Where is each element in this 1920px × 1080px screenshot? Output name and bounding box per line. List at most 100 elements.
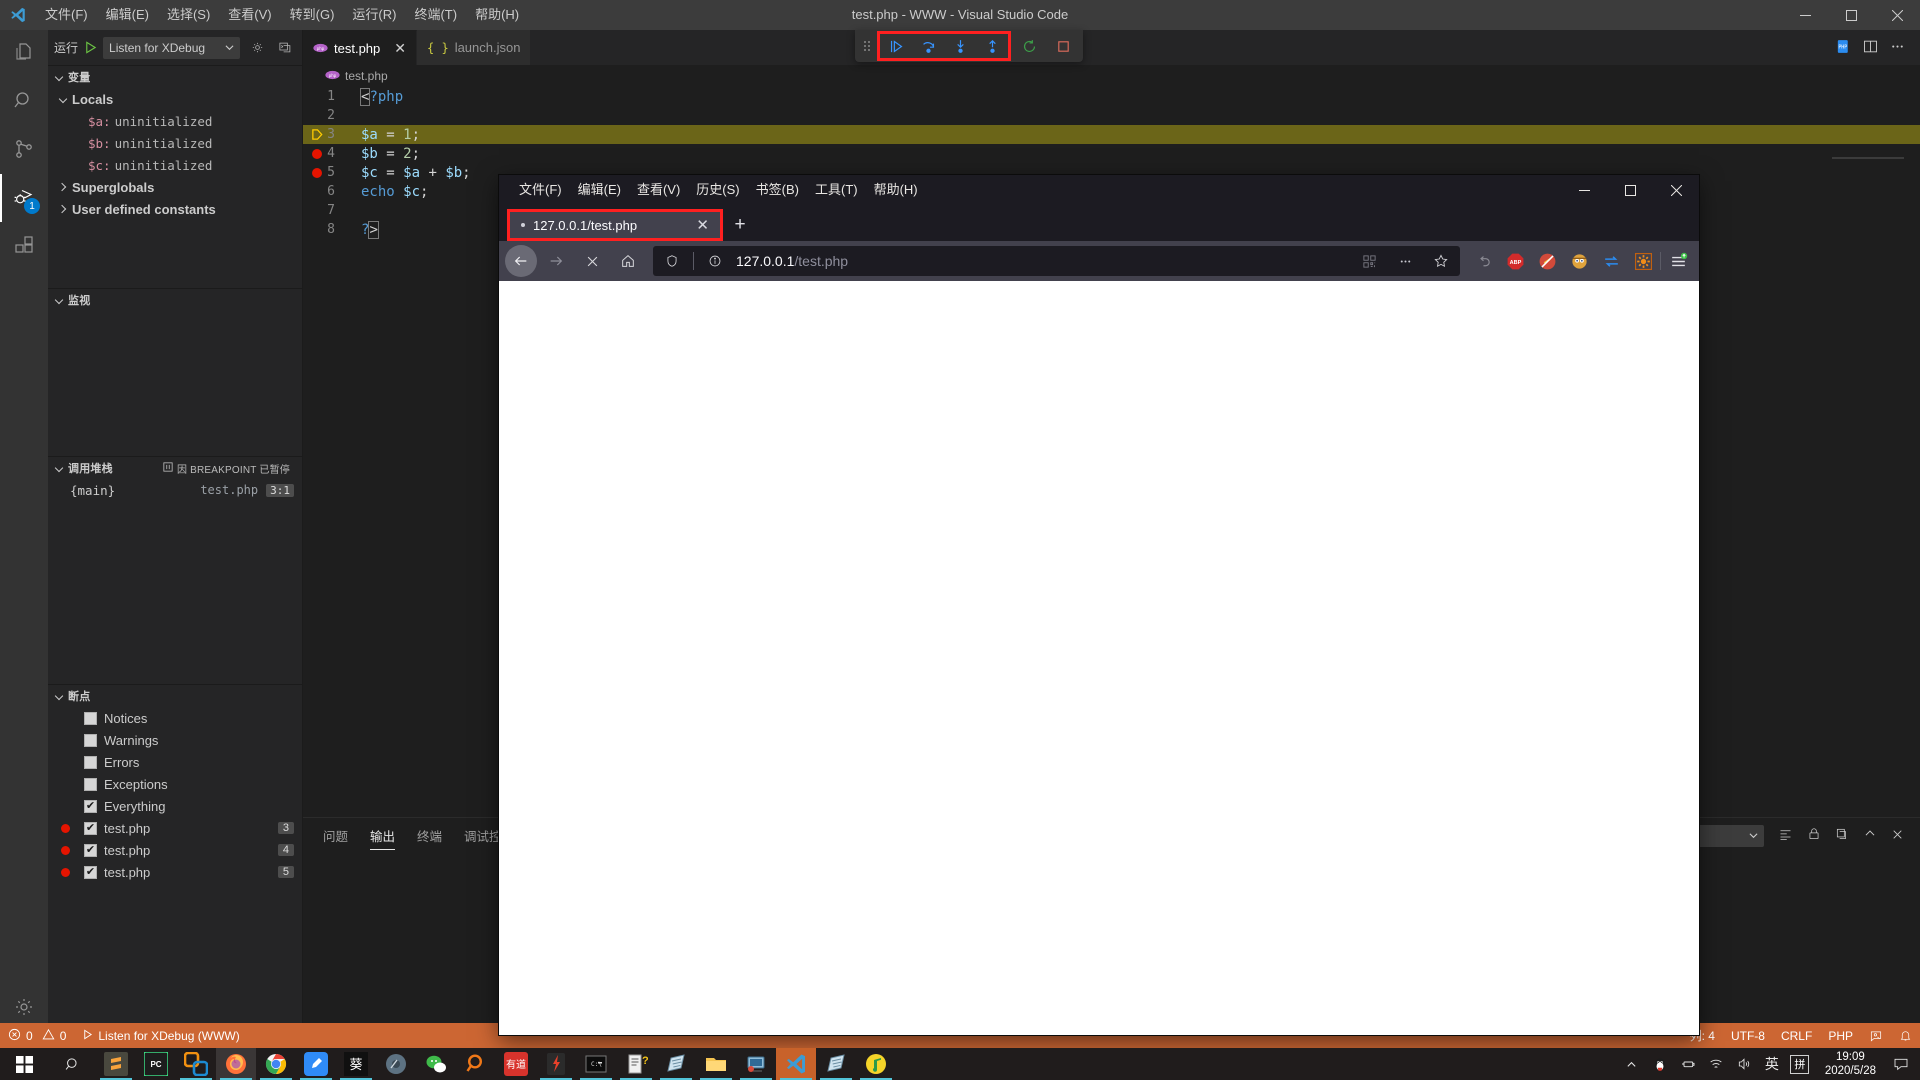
menu-help[interactable]: 帮助(H) bbox=[466, 0, 528, 30]
back-button[interactable] bbox=[505, 245, 537, 277]
more-actions-icon[interactable] bbox=[1889, 38, 1906, 58]
breakpoint-file-3[interactable]: ✔ test.php 3 bbox=[48, 817, 302, 839]
variables-header[interactable]: 变量 bbox=[48, 66, 302, 88]
restart-button[interactable] bbox=[1013, 32, 1045, 60]
ff-menu-edit[interactable]: 编辑(E) bbox=[570, 175, 629, 205]
qr-code-icon[interactable] bbox=[1354, 246, 1384, 276]
variable-b[interactable]: $b: uninitialized bbox=[48, 132, 302, 154]
stack-frame[interactable]: {main} test.php 3:1 bbox=[48, 479, 302, 501]
maximize-button[interactable] bbox=[1828, 0, 1874, 30]
step-out-button[interactable] bbox=[976, 32, 1008, 60]
star-icon[interactable] bbox=[1426, 246, 1456, 276]
taskbar-app-phpstorm[interactable]: PC bbox=[136, 1048, 176, 1080]
clear-output-icon[interactable] bbox=[1778, 827, 1793, 845]
code-line-1[interactable]: 1 <?php bbox=[303, 87, 1920, 106]
page-actions-icon[interactable] bbox=[1390, 246, 1420, 276]
watch-header[interactable]: 监视 bbox=[48, 289, 302, 311]
variable-c[interactable]: $c: uninitialized bbox=[48, 154, 302, 176]
url-text[interactable]: 127.0.0.1/test.php bbox=[736, 253, 1348, 269]
menu-terminal[interactable]: 终端(T) bbox=[405, 0, 466, 30]
taskbar-app-music[interactable] bbox=[856, 1048, 896, 1080]
hamburger-menu-icon[interactable] bbox=[1663, 246, 1693, 276]
panel-tab-problems[interactable]: 问题 bbox=[323, 818, 348, 853]
wifi-icon[interactable] bbox=[1703, 1048, 1729, 1080]
status-language[interactable]: PHP bbox=[1820, 1023, 1861, 1048]
breakpoints-list[interactable]: ✔ Notices ✔ Warnings ✔ Errors ✔ Exceptio… bbox=[48, 707, 302, 883]
menu-run[interactable]: 运行(R) bbox=[343, 0, 405, 30]
sync-swap-icon[interactable] bbox=[1596, 246, 1626, 276]
variables-group-user-constants[interactable]: User defined constants bbox=[48, 198, 302, 220]
taskbar-app-editor-blue[interactable] bbox=[296, 1048, 336, 1080]
split-editor-icon[interactable] bbox=[1862, 38, 1879, 58]
breakpoint-notices[interactable]: ✔ Notices bbox=[48, 707, 302, 729]
ff-minimize-button[interactable] bbox=[1561, 175, 1607, 205]
firefox-tab-close-button[interactable]: ✕ bbox=[690, 216, 715, 234]
taskbar-app-kui[interactable]: 葵 bbox=[336, 1048, 376, 1080]
ff-menu-view[interactable]: 查看(V) bbox=[629, 175, 688, 205]
home-button[interactable] bbox=[611, 245, 645, 277]
adblock-plus-icon[interactable]: ABP bbox=[1500, 246, 1530, 276]
stop-button[interactable] bbox=[1047, 32, 1079, 60]
firefox-tab[interactable]: 127.0.0.1/test.php ✕ bbox=[507, 209, 723, 241]
taskbar-app-visual-studio-code[interactable] bbox=[776, 1048, 816, 1080]
breakpoint-dot-icon[interactable] bbox=[307, 148, 327, 159]
menu-go[interactable]: 转到(G) bbox=[281, 0, 344, 30]
checkbox[interactable]: ✔ bbox=[84, 711, 97, 725]
new-tab-button[interactable]: + bbox=[723, 209, 757, 241]
ff-close-button[interactable] bbox=[1653, 175, 1699, 205]
taskbar-app-sublime-text[interactable] bbox=[96, 1048, 136, 1080]
vscode-menubar[interactable]: 文件(F) 编辑(E) 选择(S) 查看(V) 转到(G) 运行(R) 终端(T… bbox=[36, 0, 528, 30]
callstack-header[interactable]: 调用堆栈 因 BREAKPOINT 已暂停 bbox=[48, 457, 302, 479]
new-terminal-icon[interactable] bbox=[1835, 827, 1849, 844]
breakpoint-errors[interactable]: ✔ Errors bbox=[48, 751, 302, 773]
open-launch-json-button[interactable] bbox=[246, 37, 268, 59]
variables-tree[interactable]: Locals $a: uninitialized $b: uninitializ… bbox=[48, 88, 302, 288]
activity-search[interactable] bbox=[0, 78, 48, 126]
checkbox[interactable]: ✔ bbox=[84, 865, 97, 879]
minimize-button[interactable] bbox=[1782, 0, 1828, 30]
tab-close-button[interactable]: ✕ bbox=[394, 41, 406, 55]
ff-maximize-button[interactable] bbox=[1607, 175, 1653, 205]
checkbox[interactable]: ✔ bbox=[84, 755, 97, 769]
ime-mode[interactable]: 拼 bbox=[1787, 1048, 1813, 1080]
minimap-slider[interactable] bbox=[1832, 157, 1904, 159]
breakpoint-file-5[interactable]: ✔ test.php 5 bbox=[48, 861, 302, 883]
bell-icon[interactable] bbox=[1891, 1023, 1920, 1048]
gear-orange-icon[interactable] bbox=[1628, 246, 1658, 276]
run-php-icon[interactable]: PHP bbox=[1835, 38, 1852, 58]
menu-selection[interactable]: 选择(S) bbox=[158, 0, 219, 30]
tab-test-php[interactable]: php test.php ✕ bbox=[303, 30, 417, 65]
taskbar-app-file-explorer[interactable] bbox=[696, 1048, 736, 1080]
open-debug-console-button[interactable] bbox=[274, 37, 296, 59]
windows-start-icon[interactable] bbox=[0, 1048, 48, 1080]
activity-explorer[interactable] bbox=[0, 30, 48, 78]
activity-source-control[interactable] bbox=[0, 126, 48, 174]
variables-group-locals[interactable]: Locals bbox=[48, 88, 302, 110]
ime-language[interactable]: 英 bbox=[1759, 1048, 1785, 1080]
firefox-page-content[interactable] bbox=[499, 281, 1699, 1035]
usb-device-icon[interactable] bbox=[1675, 1048, 1701, 1080]
watch-list[interactable] bbox=[48, 311, 302, 456]
checkbox[interactable]: ✔ bbox=[84, 821, 97, 835]
ff-menu-tools[interactable]: 工具(T) bbox=[807, 175, 866, 205]
breakpoint-warnings[interactable]: ✔ Warnings bbox=[48, 729, 302, 751]
shield-icon[interactable] bbox=[657, 246, 687, 276]
chevron-up-icon[interactable] bbox=[1619, 1048, 1645, 1080]
breakpoints-header[interactable]: 断点 bbox=[48, 685, 302, 707]
user-avatar-icon[interactable] bbox=[1564, 246, 1594, 276]
taskbar-app-teamviewer[interactable] bbox=[176, 1048, 216, 1080]
url-bar[interactable]: 127.0.0.1/test.php bbox=[653, 246, 1460, 276]
taskbar-app-search-orange[interactable] bbox=[456, 1048, 496, 1080]
taskbar-app-flash-tool[interactable] bbox=[536, 1048, 576, 1080]
variable-a[interactable]: $a: uninitialized bbox=[48, 110, 302, 132]
lock-icon[interactable] bbox=[1807, 827, 1821, 844]
forward-button[interactable] bbox=[539, 245, 573, 277]
status-debug-target[interactable]: Listen for XDebug (WWW) bbox=[74, 1023, 247, 1048]
continue-button[interactable] bbox=[880, 32, 912, 60]
menu-edit[interactable]: 编辑(E) bbox=[97, 0, 158, 30]
panel-tab-output[interactable]: 输出 bbox=[370, 818, 396, 853]
feedback-icon[interactable] bbox=[1861, 1023, 1891, 1048]
noscript-icon[interactable] bbox=[1532, 246, 1562, 276]
debug-config-select[interactable]: Listen for XDebug bbox=[103, 36, 240, 59]
firefox-menubar[interactable]: 文件(F) 编辑(E) 查看(V) 历史(S) 书签(B) 工具(T) 帮助(H… bbox=[499, 175, 1699, 205]
